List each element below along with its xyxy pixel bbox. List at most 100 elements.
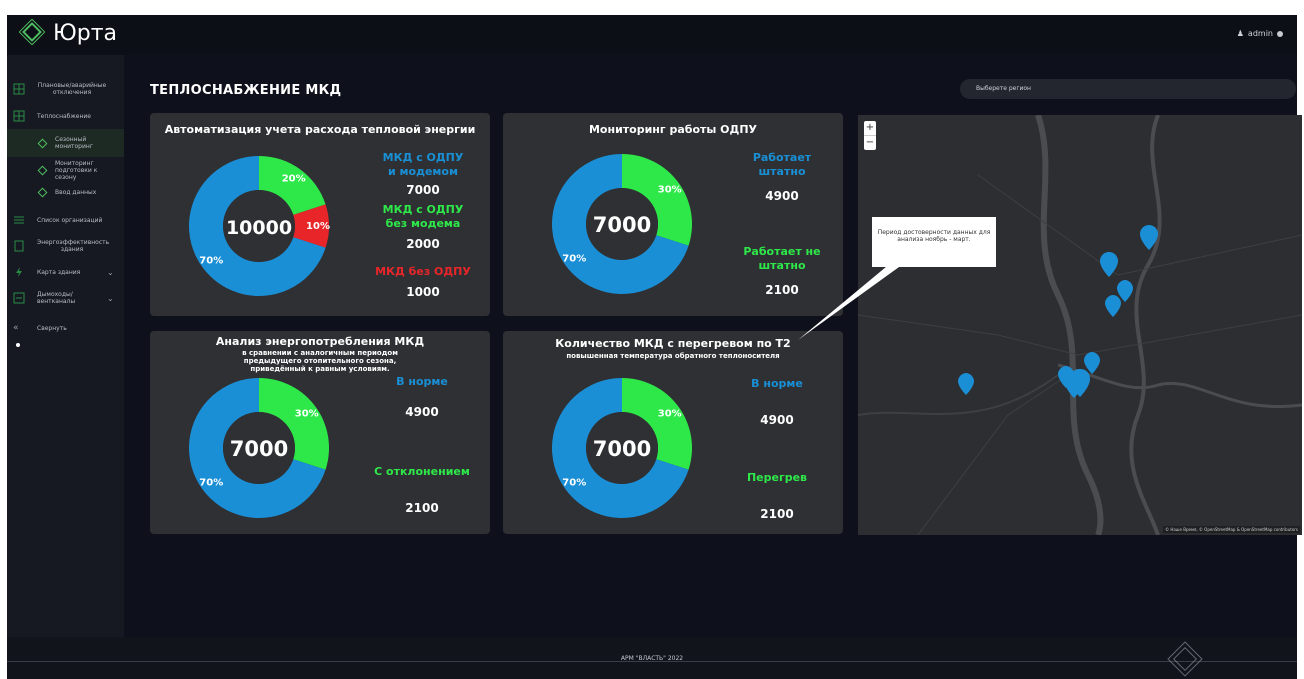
donut-chart-overheat: 70% 30% 7000 — [552, 378, 692, 518]
sidebar-item-label: Энергоэффективность здания — [37, 239, 110, 253]
legend-label-overheat: Перегрев — [746, 471, 808, 484]
sidebar-item-seasonal[interactable]: Сезонный мониторинг — [7, 129, 124, 157]
legend-label-normal: В норме — [751, 377, 803, 390]
sidebar-item-label: Теплоснабжение — [37, 112, 91, 120]
main-content: ТЕПЛОСНАБЖЕНИЕ МКД Выберете регион Автом… — [124, 55, 1302, 637]
slice-percent-label: 70% — [199, 478, 223, 489]
legend-label-odpu-no-modem: МКД с ОДПУ без модема — [382, 203, 464, 230]
donut-total: 10000 — [226, 217, 292, 239]
sidebar-item-label: Сезонный мониторинг — [55, 136, 93, 150]
diamond-icon — [37, 187, 48, 197]
card-title: Анализ энергопотребления МКД — [215, 335, 425, 348]
slice-percent-label: 20% — [282, 173, 306, 184]
user-icon: ♟ — [1236, 29, 1244, 38]
card-overheat: Количество МКД с перегревом по Т2 повыше… — [503, 331, 843, 534]
map-marker — [1084, 352, 1100, 374]
map-tooltip: Период достоверности данных для анализа … — [872, 217, 996, 267]
legend-label-normal: В норме — [396, 375, 448, 388]
legend-value-odpu-modem: 7000 — [406, 183, 440, 197]
map-marker — [1140, 225, 1158, 250]
map-marker — [1105, 295, 1121, 317]
user-menu[interactable]: ♟ admin — [1237, 29, 1283, 38]
card-automation: Автоматизация учета расхода тепловой эне… — [150, 113, 490, 316]
top-bar: Юрта Единая информационная система ЖКХ Р… — [7, 15, 1297, 65]
card-odpu: Мониторинг работы ОДПУ 70% 30% 7000 Работа… — [503, 113, 843, 316]
legend-value-no-odpu: 1000 — [406, 285, 440, 299]
page-title: ТЕПЛОСНАБЖЕНИЕ МКД — [150, 83, 342, 98]
card-title: Мониторинг работы ОДПУ — [588, 123, 758, 136]
slice-percent-label: 30% — [658, 408, 682, 419]
footer-logo-icon — [1167, 641, 1203, 677]
slice-percent-label: 70% — [562, 478, 586, 489]
legend-value-odpu-no-modem: 2000 — [406, 237, 440, 251]
slice-percent-label: 70% — [199, 256, 223, 267]
legend-label-no-odpu: МКД без ОДПУ — [375, 265, 471, 278]
sidebar: Плановые/аварийные отключения Теплоснабж… — [7, 55, 124, 679]
collapse-icon: « — [13, 323, 19, 333]
card-title: Автоматизация учета расхода тепловой эне… — [164, 123, 476, 136]
card-title: Количество МКД с перегревом по Т2 — [555, 337, 791, 350]
card-energy: Анализ энергопотребления МКД в сравнении… — [150, 331, 490, 534]
sidebar-item-label: Плановые/аварийные отключения — [37, 82, 107, 96]
sidebar-item-building-map[interactable]: Карта здания ⌄ — [7, 265, 124, 279]
sidebar-item-prep[interactable]: Мониторинг подготовки к сезону — [7, 159, 124, 181]
brand-name: Юрта — [53, 21, 118, 46]
vent-icon — [13, 292, 25, 304]
slice-percent-label: 10% — [306, 221, 330, 232]
map-panel[interactable]: + − © Наше Время, © OpenStreetMap & Open… — [858, 115, 1302, 535]
donut-total: 7000 — [593, 437, 651, 461]
slice-percent-label: 30% — [295, 408, 319, 419]
slice-percent-label: 30% — [658, 184, 682, 195]
sidebar-item-label: Ввод данных — [55, 188, 97, 196]
building-icon — [14, 240, 24, 252]
sidebar-item-chimneys[interactable]: Дымоходы/ вентканалы ⌄ — [7, 289, 124, 307]
map-attribution[interactable]: © Наше Время, © OpenStreetMap & OpenStre… — [1163, 526, 1300, 533]
slice-percent-label: 70% — [562, 254, 586, 265]
card-subtitle: в сравнении с аналогичным периодом преды… — [242, 349, 398, 373]
map-marker — [958, 373, 974, 395]
sidebar-item-label: Карта здания — [37, 268, 81, 276]
legend-label-ok: Работает штатно — [752, 151, 812, 178]
legend-value-deviation: 2100 — [405, 501, 439, 515]
legend-value-ok: 4900 — [765, 189, 799, 203]
footer-text: АРМ "ВЛАСТЬ" 2022 — [620, 655, 684, 662]
chevron-down-icon: ⌄ — [107, 267, 114, 277]
legend-label-odpu-modem: МКД с ОДПУ и модемом — [382, 151, 464, 178]
chevron-down-icon: ⌄ — [107, 293, 114, 303]
legend-value-normal: 4900 — [405, 405, 439, 419]
sidebar-item-label: Список организаций — [37, 216, 103, 224]
donut-chart-energy: 70% 30% 7000 — [189, 378, 329, 518]
sidebar-item-label: Дымоходы/ вентканалы — [37, 291, 76, 305]
logo-mark-icon — [19, 19, 45, 45]
legend-value-overheat: 2100 — [760, 507, 794, 521]
sidebar-item-label: Свернуть — [37, 324, 67, 332]
region-select[interactable]: Выберете регион — [960, 79, 1296, 99]
footer: АРМ "ВЛАСТЬ" 2022 — [7, 637, 1297, 679]
map-markers — [958, 225, 1158, 398]
donut-total: 7000 — [230, 437, 288, 461]
sidebar-item-orgs[interactable]: Список организаций — [7, 213, 124, 227]
heating-icon — [13, 110, 25, 122]
diamond-icon — [37, 138, 48, 148]
app-window: Юрта Единая информационная система ЖКХ Р… — [7, 15, 1302, 679]
bolt-icon — [16, 267, 22, 277]
sidebar-item-energy-efficiency[interactable]: Энергоэффективность здания — [7, 237, 124, 255]
sidebar-collapse[interactable]: « Свернуть — [7, 321, 124, 335]
donut-chart-automation: 70% 20% 10% 10000 — [189, 156, 330, 296]
donut-total: 7000 — [593, 213, 651, 237]
card-subtitle: повышенная температура обратного теплоно… — [566, 352, 780, 360]
tooltip-pointer — [798, 262, 906, 340]
legend-label-deviation: С отклонением — [374, 465, 470, 478]
sidebar-item-outages[interactable]: Плановые/аварийные отключения — [7, 81, 124, 97]
user-name: admin — [1247, 29, 1273, 38]
map-marker — [1100, 252, 1118, 277]
outages-icon — [13, 83, 25, 95]
sidebar-item-heating[interactable]: Теплоснабжение — [7, 109, 124, 123]
diamond-icon — [37, 165, 48, 175]
legend-value-normal: 4900 — [760, 413, 794, 427]
donut-chart-odpu: 70% 30% 7000 — [552, 154, 692, 294]
list-icon — [14, 216, 24, 224]
sidebar-item-label: Мониторинг подготовки к сезону — [55, 159, 98, 181]
sidebar-item-data-entry[interactable]: Ввод данных — [7, 185, 124, 199]
dot-indicator — [16, 343, 20, 347]
